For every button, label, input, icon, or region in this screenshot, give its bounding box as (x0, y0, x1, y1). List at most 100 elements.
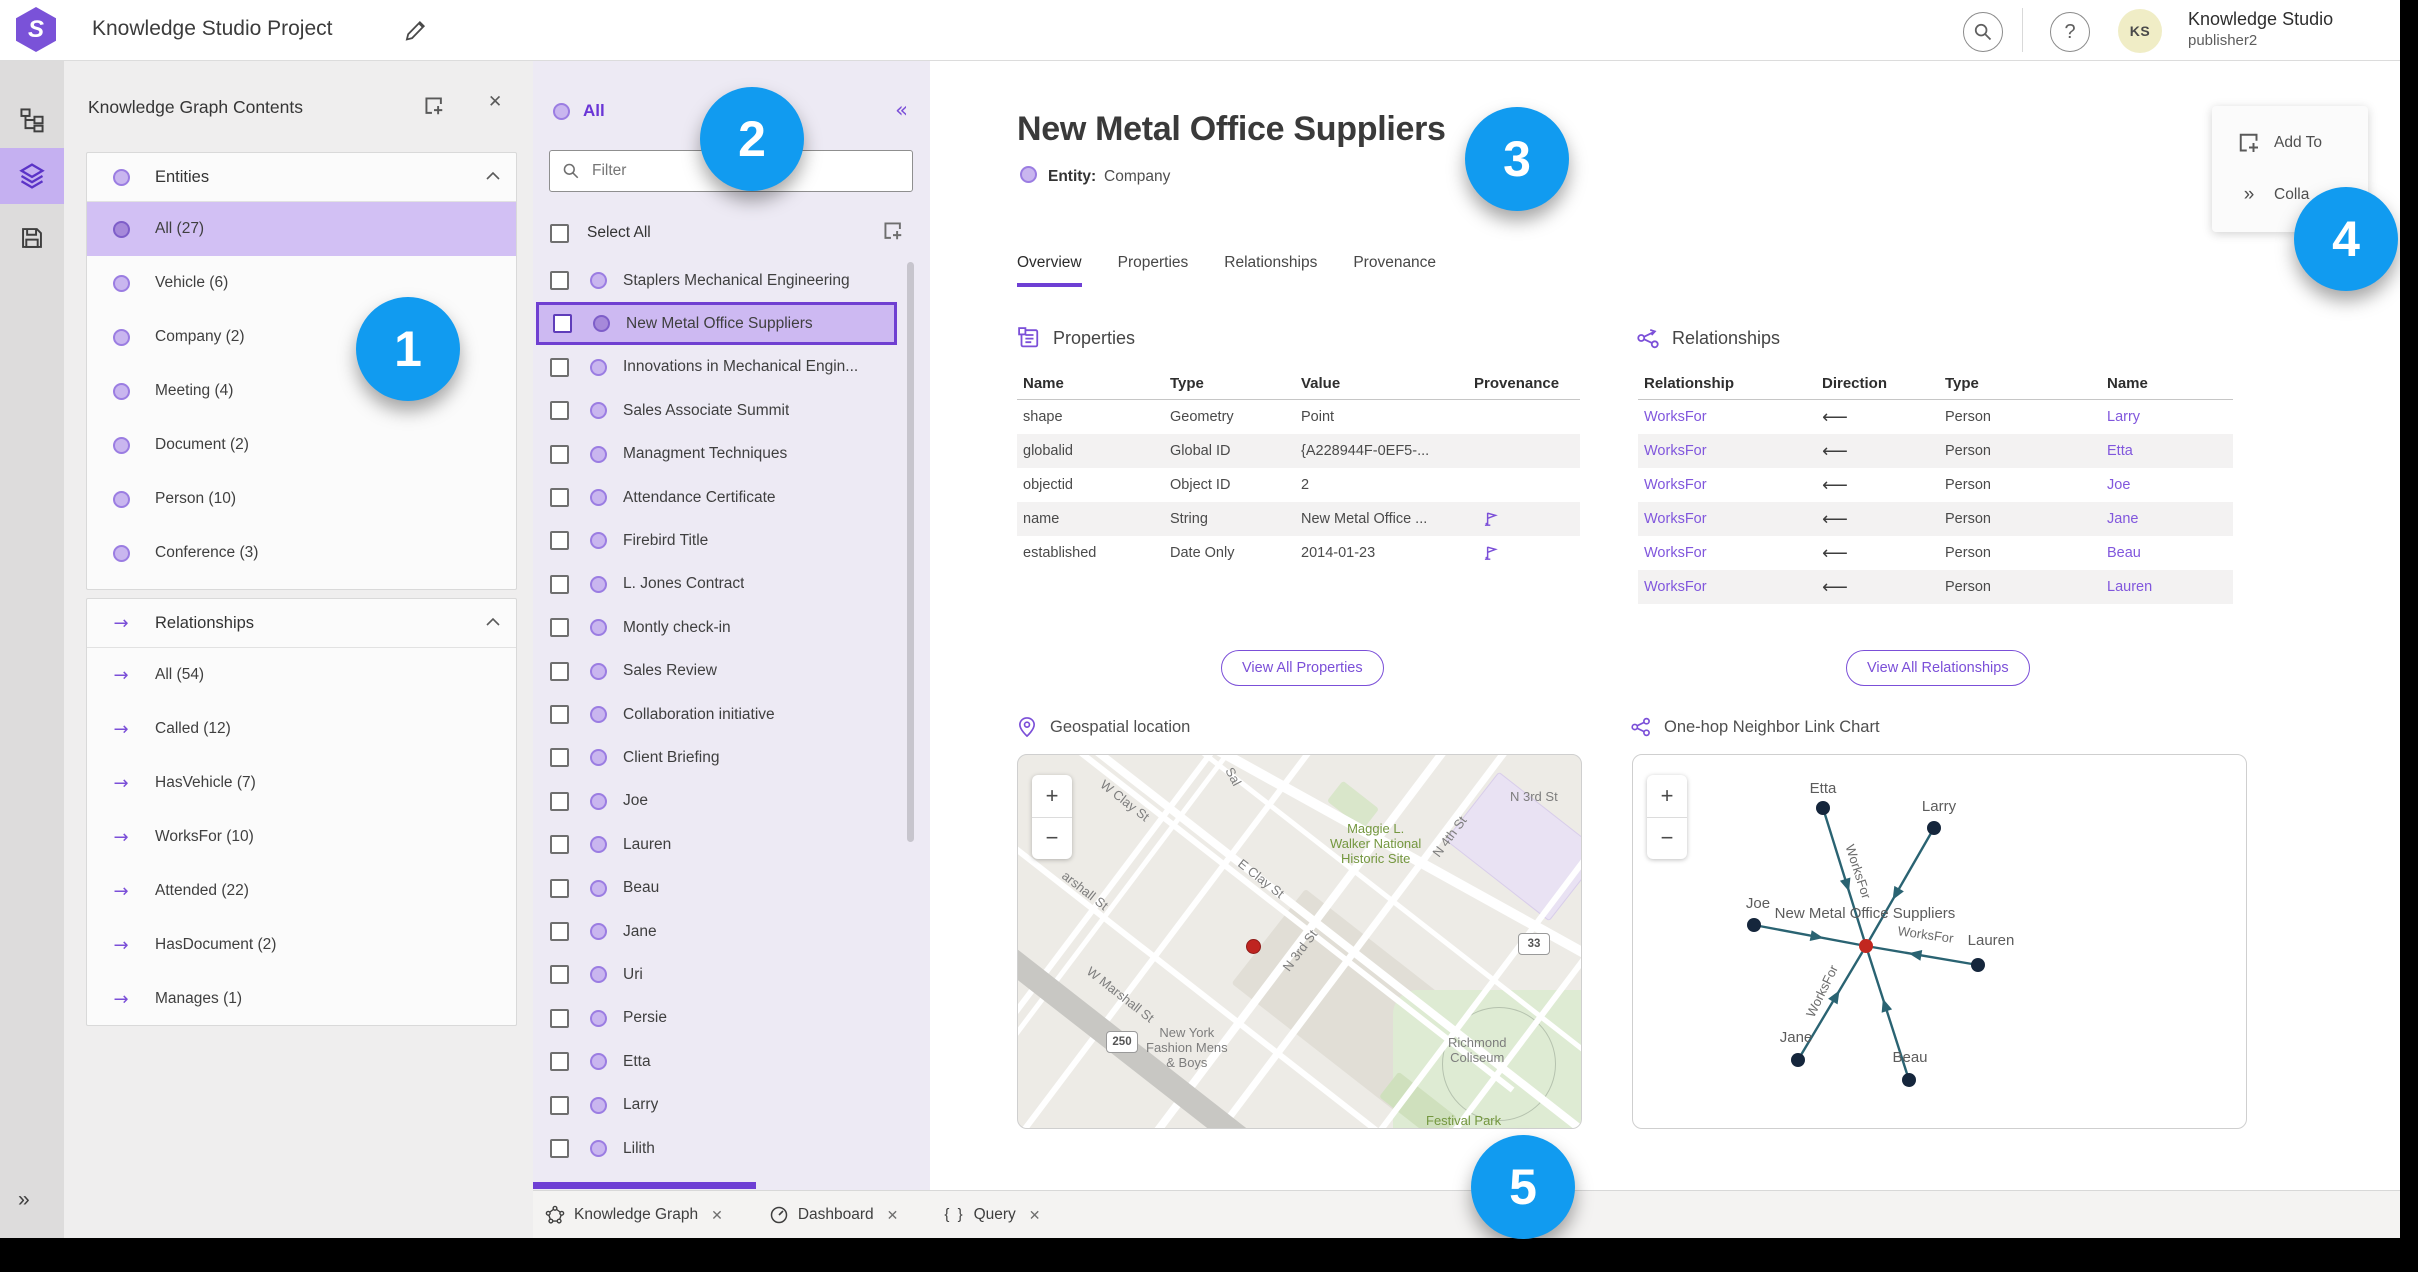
list-item[interactable]: Jane (533, 910, 930, 953)
list-item[interactable]: Firebird Title (533, 519, 930, 562)
list-vertical-scrollbar[interactable] (907, 262, 914, 842)
close-tab-icon[interactable]: ✕ (1029, 1207, 1041, 1224)
item-checkbox[interactable] (550, 661, 569, 681)
detail-tab-relationships[interactable]: Relationships (1224, 254, 1317, 287)
item-checkbox[interactable] (550, 1139, 569, 1158)
search-button[interactable] (1963, 12, 2003, 52)
view-all-properties-button[interactable]: View All Properties (1221, 650, 1384, 686)
relationship-filter-item[interactable]: → HasVehicle (7) (87, 756, 516, 810)
chart-zoom-in-button[interactable]: + (1647, 775, 1687, 818)
detail-tab-provenance[interactable]: Provenance (1353, 254, 1436, 287)
item-checkbox[interactable] (550, 705, 569, 724)
detail-tab-properties[interactable]: Properties (1118, 254, 1189, 287)
relationship-filter-item[interactable]: → All (54) (87, 648, 516, 702)
entity-filter-item[interactable]: Person (10) (87, 472, 516, 526)
rail-layers-button[interactable] (0, 148, 64, 204)
item-checkbox[interactable] (553, 314, 572, 334)
relationships-card-header[interactable]: → Relationships (87, 599, 516, 648)
entity-filter-item[interactable]: Document (2) (87, 418, 516, 472)
close-panel-icon[interactable]: ✕ (488, 92, 502, 112)
list-item[interactable]: Larry (533, 1084, 930, 1127)
related-entity-link[interactable]: Lauren (2101, 579, 2233, 595)
app-logo-icon[interactable]: S (16, 7, 56, 52)
close-tab-icon[interactable]: ✕ (711, 1207, 723, 1224)
item-checkbox[interactable] (550, 878, 569, 898)
list-item[interactable]: L. Jones Contract (533, 563, 930, 606)
list-item[interactable]: Attendance Certificate (533, 476, 930, 519)
relationship-link[interactable]: WorksFor (1638, 545, 1816, 561)
map-zoom-in-button[interactable]: + (1032, 775, 1072, 818)
center-node[interactable] (1859, 939, 1873, 953)
item-checkbox[interactable] (550, 401, 569, 421)
item-checkbox[interactable] (550, 748, 569, 768)
list-item[interactable]: Joe (533, 780, 930, 823)
user-avatar[interactable]: KS (2118, 9, 2162, 53)
relationship-filter-item[interactable]: → HasDocument (2) (87, 918, 516, 972)
list-item[interactable]: Persie (533, 997, 930, 1040)
list-item[interactable]: Uri (533, 953, 930, 996)
expand-rail-icon[interactable]: » (18, 1188, 30, 1212)
rail-schema-button[interactable] (0, 92, 64, 148)
list-item[interactable]: Innovations in Mechanical Engin... (533, 346, 930, 389)
collapse-entities-icon[interactable] (486, 171, 500, 180)
related-entity-link[interactable]: Etta (2101, 443, 2233, 459)
bottom-tab-knowledge-graph[interactable]: Knowledge Graph ✕ (545, 1205, 723, 1225)
geospatial-map[interactable]: + − k RdW Clay StSalN 3rd StN 4th Starsh… (1017, 754, 1582, 1129)
item-checkbox[interactable] (550, 618, 569, 638)
list-item[interactable]: Beau (533, 867, 930, 910)
related-entity-link[interactable]: Jane (2101, 511, 2233, 527)
list-item[interactable]: Montly check-in (533, 606, 930, 649)
item-checkbox[interactable] (550, 488, 569, 507)
list-item[interactable]: Sales Review (533, 650, 930, 693)
bottom-tab-dashboard[interactable]: Dashboard ✕ (769, 1205, 899, 1225)
entity-filter-item[interactable]: Conference (3) (87, 526, 516, 580)
chart-zoom-out-button[interactable]: − (1647, 818, 1687, 860)
select-all-checkbox[interactable] (550, 223, 569, 243)
item-checkbox[interactable] (550, 574, 569, 594)
item-checkbox[interactable] (550, 357, 569, 377)
list-item[interactable]: Client Briefing (533, 736, 930, 779)
list-item[interactable]: Collaboration initiative (533, 693, 930, 736)
item-checkbox[interactable] (550, 271, 569, 290)
entity-filter-item[interactable]: All (27) (87, 202, 516, 256)
relationship-filter-item[interactable]: → Called (12) (87, 702, 516, 756)
item-checkbox[interactable] (550, 1095, 569, 1115)
select-all-row[interactable]: Select All (533, 212, 930, 254)
one-hop-link-chart[interactable]: + − WorksFor WorksFor WorksFor New Metal Of… (1632, 754, 2247, 1129)
collapse-relationships-icon[interactable] (486, 617, 500, 626)
relationship-link[interactable]: WorksFor (1638, 477, 1816, 493)
related-entity-link[interactable]: Beau (2101, 545, 2233, 561)
neighbor-node-etta[interactable] (1816, 801, 1830, 815)
provenance-flag-icon[interactable] (1468, 510, 1580, 528)
item-checkbox[interactable] (550, 444, 569, 464)
item-checkbox[interactable] (550, 531, 569, 551)
add-to-menu-item[interactable]: Add To (2212, 118, 2368, 168)
neighbor-node-larry[interactable] (1927, 821, 1941, 835)
neighbor-node-jane[interactable] (1791, 1053, 1805, 1067)
relationship-link[interactable]: WorksFor (1638, 409, 1816, 425)
provenance-flag-icon[interactable] (1468, 544, 1580, 562)
relationship-link[interactable]: WorksFor (1638, 443, 1816, 459)
list-horizontal-scrollbar[interactable] (533, 1182, 756, 1189)
map-zoom-out-button[interactable]: − (1032, 818, 1072, 860)
add-selected-icon[interactable] (882, 220, 904, 242)
help-button[interactable]: ? (2050, 12, 2090, 52)
relationship-filter-item[interactable]: → Manages (1) (87, 972, 516, 1026)
bottom-tab-query[interactable]: { } Query ✕ (944, 1206, 1040, 1224)
relationship-filter-item[interactable]: → WorksFor (10) (87, 810, 516, 864)
item-checkbox[interactable] (550, 965, 569, 985)
collapse-list-panel-icon[interactable]: « (895, 98, 908, 122)
list-item[interactable]: Etta (533, 1040, 930, 1083)
relationship-filter-item[interactable]: → Attended (22) (87, 864, 516, 918)
close-tab-icon[interactable]: ✕ (887, 1207, 899, 1224)
relationship-link[interactable]: WorksFor (1638, 511, 1816, 527)
list-item[interactable]: Lauren (533, 823, 930, 866)
edit-title-icon[interactable] (402, 18, 428, 44)
entities-card-header[interactable]: Entities (87, 153, 516, 202)
list-item[interactable]: Staplers Mechanical Engineering (533, 259, 930, 302)
entity-filter-item[interactable]: Vehicle (6) (87, 256, 516, 310)
neighbor-node-lauren[interactable] (1971, 958, 1985, 972)
list-item[interactable]: Sales Associate Summit (533, 389, 930, 432)
item-checkbox[interactable] (550, 835, 569, 855)
related-entity-link[interactable]: Joe (2101, 477, 2233, 493)
